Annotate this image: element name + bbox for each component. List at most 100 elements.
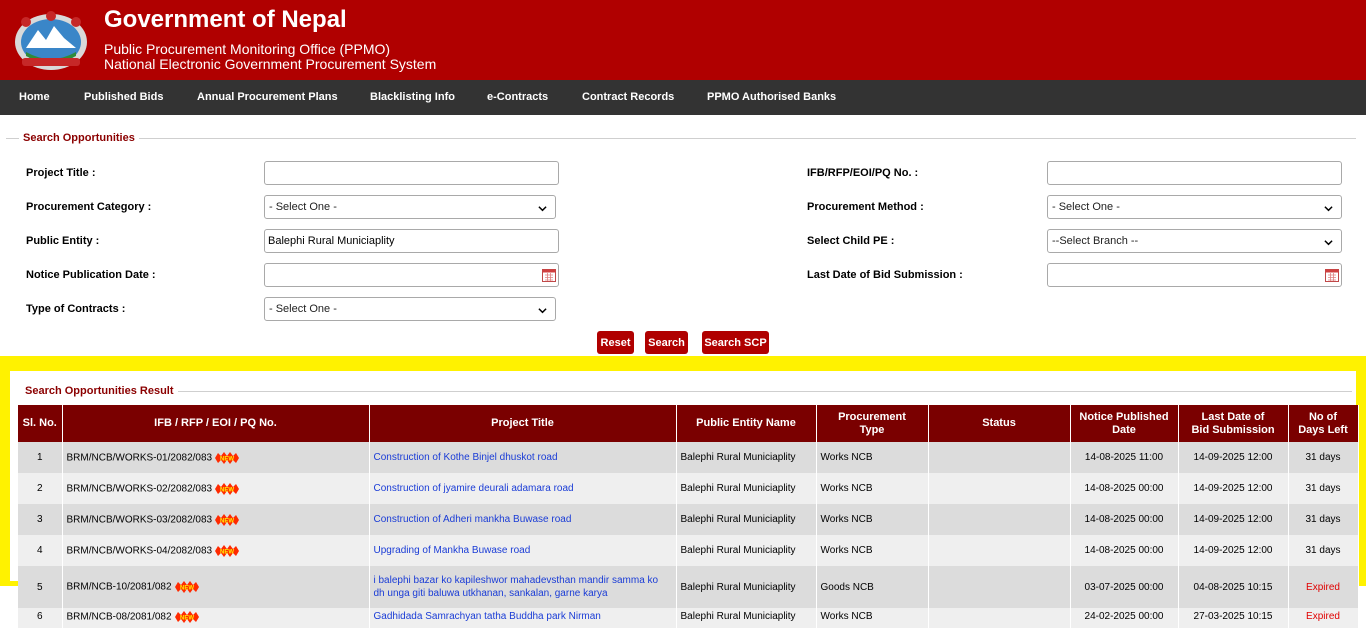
site-subtitle-egp: National Electronic Government Procureme… <box>104 56 437 72</box>
row-title: Gadhidada Samrachyan tatha Buddha park N… <box>369 608 677 628</box>
notice-date-label: Notice Publication Date : <box>26 269 156 281</box>
col-title[interactable]: Project Title <box>369 405 677 442</box>
procurement-method-select[interactable]: - Select One - <box>1047 195 1342 219</box>
col-last-date[interactable]: Last Date of Bid Submission <box>1178 405 1289 442</box>
col-last-line2: Bid Submission <box>1191 423 1275 436</box>
new-badge-icon: NEW <box>174 611 199 623</box>
new-badge-text: NEW <box>180 616 194 622</box>
new-badge-text: NEW <box>220 549 234 555</box>
row-days-left: 31 days <box>1288 442 1359 473</box>
row-ifb-text: BRM/NCB/WORKS-01/2082/083 <box>66 452 213 464</box>
new-badge-text: NEW <box>220 518 234 524</box>
row-ifb-text: BRM/NCB/WORKS-03/2082/083 <box>66 514 213 526</box>
nav-ppmo-authorised-banks[interactable]: PPMO Authorised Banks <box>707 91 836 103</box>
row-days-left: Expired <box>1288 566 1359 608</box>
row-status <box>928 442 1071 473</box>
row-ifb: BRM/NCB/WORKS-01/2082/083 NEW <box>62 442 370 473</box>
nav-annual-procurement-plans[interactable]: Annual Procurement Plans <box>197 91 338 103</box>
row-status <box>928 535 1071 566</box>
contract-type-select[interactable]: - Select One - <box>264 297 556 321</box>
row-title-link[interactable]: i balephi bazar ko kapileshwor mahadevst… <box>374 575 659 599</box>
col-days-left[interactable]: No of Days Left <box>1288 405 1359 442</box>
ifb-input[interactable] <box>1047 161 1342 185</box>
table-row: 5 BRM/NCB-10/2081/082 NEW i balephi bazar… <box>18 566 1359 608</box>
calendar-icon[interactable] <box>1325 268 1339 282</box>
row-ifb: BRM/NCB/WORKS-03/2082/083 NEW <box>62 504 370 535</box>
nav-e-contracts[interactable]: e-Contracts <box>487 91 548 103</box>
search-fieldset-border <box>6 138 1356 139</box>
col-status[interactable]: Status <box>928 405 1071 442</box>
nav-published-bids[interactable]: Published Bids <box>84 91 163 103</box>
project-title-input[interactable] <box>264 161 559 185</box>
row-title-link[interactable]: Construction of Kothe Binjel dhuskot roa… <box>374 452 558 463</box>
row-days-left: 31 days <box>1288 535 1359 566</box>
new-badge-text: NEW <box>220 456 234 462</box>
row-title: i balephi bazar ko kapileshwor mahadevst… <box>369 566 677 608</box>
col-sl[interactable]: Sl. No. <box>18 405 63 442</box>
col-notice[interactable]: Notice Published Date <box>1070 405 1179 442</box>
calendar-icon[interactable] <box>542 268 556 282</box>
row-sl: 2 <box>18 473 63 504</box>
row-type: Works NCB <box>816 608 929 628</box>
row-status <box>928 566 1071 608</box>
col-type[interactable]: Procurement Type <box>816 405 929 442</box>
row-type: Works NCB <box>816 535 929 566</box>
row-type: Works NCB <box>816 442 929 473</box>
contract-type-label: Type of Contracts : <box>26 303 126 315</box>
row-entity: Balephi Rural Municiaplity <box>676 504 817 535</box>
nav-blacklisting-info[interactable]: Blacklisting Info <box>370 91 455 103</box>
row-status <box>928 473 1071 504</box>
row-entity: Balephi Rural Municiaplity <box>676 535 817 566</box>
chevron-down-icon <box>538 206 547 212</box>
row-last-date: 14-09-2025 12:00 <box>1178 442 1289 473</box>
nav-contract-records[interactable]: Contract Records <box>582 91 674 103</box>
new-badge-icon: NEW <box>215 482 240 495</box>
notice-date-input[interactable] <box>264 263 559 287</box>
col-notice-line2: Date <box>1112 423 1136 436</box>
last-date-input[interactable] <box>1047 263 1342 287</box>
new-badge-text: NEW <box>220 487 234 493</box>
col-last-line1: Last Date of <box>1201 410 1265 423</box>
row-title-link[interactable]: Construction of Adheri mankha Buwase roa… <box>374 514 572 525</box>
row-last-date: 14-09-2025 12:00 <box>1178 504 1289 535</box>
child-pe-select[interactable]: --Select Branch -- <box>1047 229 1342 253</box>
public-entity-label: Public Entity : <box>26 235 100 247</box>
row-days-left: 31 days <box>1288 473 1359 504</box>
row-notice: 03-07-2025 00:00 <box>1070 566 1179 608</box>
row-status <box>928 608 1071 628</box>
search-scp-button[interactable]: Search SCP <box>702 331 769 354</box>
col-ifb[interactable]: IFB / RFP / EOI / PQ No. <box>62 405 370 442</box>
chevron-down-icon <box>1324 240 1333 246</box>
nav-home[interactable]: Home <box>19 91 50 103</box>
project-title-label: Project Title : <box>26 167 96 179</box>
col-notice-line1: Notice Published <box>1079 410 1169 423</box>
reset-button[interactable]: Reset <box>597 331 634 354</box>
table-header-row: Sl. No. IFB / RFP / EOI / PQ No. Project… <box>18 405 1359 442</box>
row-ifb-text: BRM/NCB/WORKS-02/2082/083 <box>66 483 213 495</box>
col-entity[interactable]: Public Entity Name <box>676 405 817 442</box>
row-sl: 1 <box>18 442 63 473</box>
row-title-link[interactable]: Gadhidada Samrachyan tatha Buddha park N… <box>374 611 601 622</box>
procurement-method-label: Procurement Method : <box>807 201 924 213</box>
col-type-line1: Procurement <box>838 410 906 423</box>
table-row: 6 BRM/NCB-08/2081/082 NEW Gadhidada Samra… <box>18 608 1359 628</box>
row-status <box>928 504 1071 535</box>
procurement-category-select[interactable]: - Select One - <box>264 195 556 219</box>
row-title: Construction of Kothe Binjel dhuskot roa… <box>369 442 677 473</box>
row-ifb-text: BRM/NCB-10/2081/082 <box>66 581 172 593</box>
table-row: 2 BRM/NCB/WORKS-02/2082/083 NEW Construct… <box>18 473 1359 504</box>
results-fieldset-border <box>178 391 1352 392</box>
row-sl: 3 <box>18 504 63 535</box>
table-row: 1 BRM/NCB/WORKS-01/2082/083 NEW Construct… <box>18 442 1359 473</box>
row-title-link[interactable]: Construction of jyamire deurali adamara … <box>374 483 574 494</box>
row-sl: 4 <box>18 535 63 566</box>
search-button[interactable]: Search <box>645 331 688 354</box>
public-entity-input[interactable] <box>264 229 559 253</box>
child-pe-label: Select Child PE : <box>807 235 895 247</box>
row-entity: Balephi Rural Municiaplity <box>676 566 817 608</box>
procurement-category-label: Procurement Category : <box>26 201 152 213</box>
row-days-left: 31 days <box>1288 504 1359 535</box>
row-ifb: BRM/NCB/WORKS-02/2082/083 NEW <box>62 473 370 504</box>
row-ifb-text: BRM/NCB/WORKS-04/2082/083 <box>66 545 213 557</box>
row-title-link[interactable]: Upgrading of Mankha Buwase road <box>374 545 531 556</box>
